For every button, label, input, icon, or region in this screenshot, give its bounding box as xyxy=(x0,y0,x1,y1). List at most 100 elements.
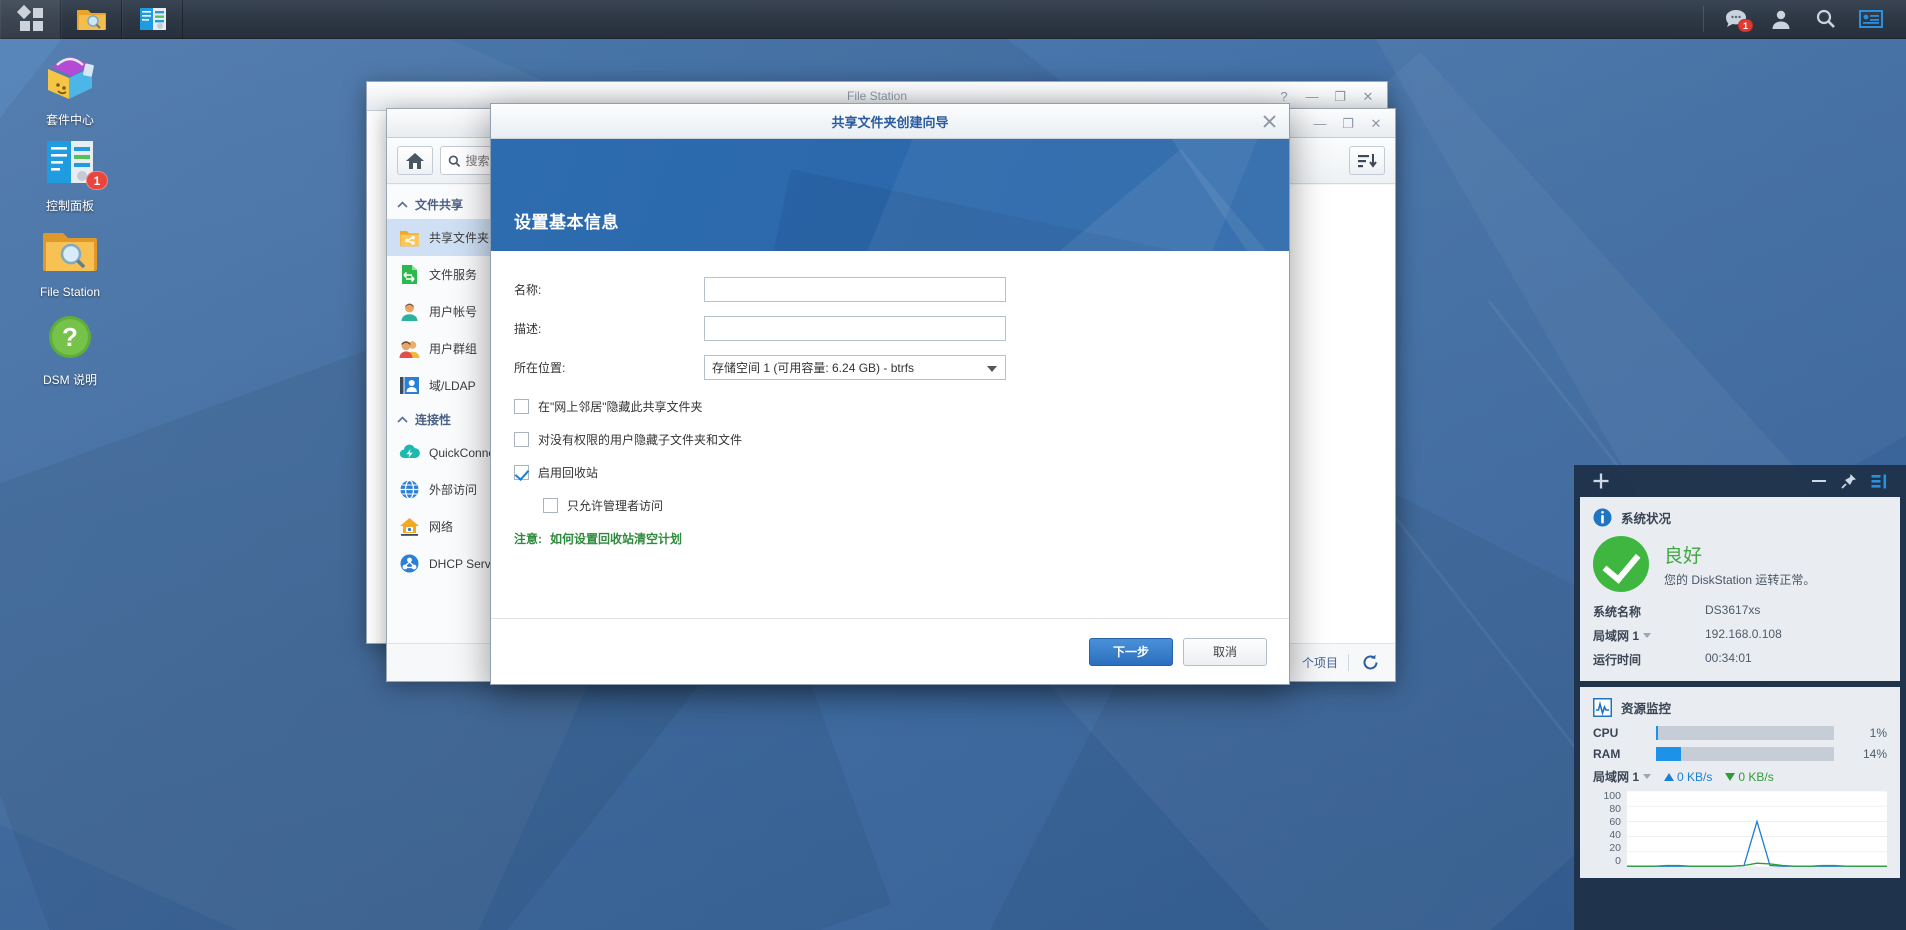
chart-tick: 60 xyxy=(1609,816,1621,829)
lan-key[interactable]: 局域网 1 xyxy=(1593,627,1705,644)
sidebar-item-external-access[interactable]: 外部访问 xyxy=(387,471,498,508)
taskbar: 1 xyxy=(0,0,1906,39)
user-menu-button[interactable] xyxy=(1760,0,1802,39)
sidebar-item-shared-folder[interactable]: 共享文件夹 xyxy=(387,219,498,256)
system-health-title: 系统状况 xyxy=(1621,512,1672,526)
widget-pin-button[interactable] xyxy=(1834,466,1864,496)
sidebar-item-quickconnect[interactable]: QuickConnect xyxy=(387,434,498,471)
recycle-bin-schedule-link[interactable]: 如何设置回收站清空计划 xyxy=(550,530,682,547)
sidebar-item-user-account[interactable]: 用户帐号 xyxy=(387,293,498,330)
admin-only-access-label[interactable]: 只允许管理者访问 xyxy=(567,497,663,514)
enable-recycle-bin-checkbox[interactable] xyxy=(514,465,529,480)
main-menu-button[interactable] xyxy=(0,0,61,39)
uptime-key: 运行时间 xyxy=(1593,653,1642,667)
checkbox-row-admin-only: 只允许管理者访问 xyxy=(491,497,1289,514)
refresh-button[interactable] xyxy=(1359,652,1381,674)
sidebar-item-label: 外部访问 xyxy=(429,483,478,497)
taskbar-app-control-panel[interactable] xyxy=(122,0,183,39)
health-message-text: 您的 DiskStation 运转正常。 xyxy=(1664,572,1816,587)
widget-minimize-button[interactable] xyxy=(1804,466,1834,496)
sidebar-item-user-group[interactable]: 用户群组 xyxy=(387,330,498,367)
minimize-button[interactable]: — xyxy=(1299,86,1325,108)
desktop-icon-package-center[interactable]: 套件中心 xyxy=(10,48,130,128)
chart-tick: 100 xyxy=(1603,790,1621,802)
desktop-icon-file-station[interactable]: File Station xyxy=(10,222,130,299)
folder-name-input[interactable] xyxy=(704,277,1006,302)
maximize-button[interactable]: ❐ xyxy=(1327,86,1353,108)
taskbar-tray: 1 xyxy=(1703,0,1906,39)
quickconnect-icon xyxy=(399,442,420,463)
maximize-button[interactable]: ❐ xyxy=(1335,113,1361,135)
item-count-text: 个项目 xyxy=(1301,656,1338,670)
sidebar-group-file-sharing[interactable]: 文件共享 xyxy=(387,189,498,219)
pin-icon xyxy=(1841,474,1856,489)
close-button[interactable]: ✕ xyxy=(1363,113,1389,135)
form-row-name: 名称: xyxy=(491,277,1289,302)
resource-monitor-title: 资源监控 xyxy=(1621,702,1672,716)
name-control xyxy=(704,277,1006,302)
control-panel-badge: 1 xyxy=(86,171,108,190)
system-health-status: 良好 您的 DiskStation 运转正常。 xyxy=(1593,536,1887,592)
grid-menu-icon xyxy=(16,4,44,32)
sidebar-item-dhcp-server[interactable]: DHCP Server xyxy=(387,545,498,582)
hide-in-network-neighborhood-label[interactable]: 在"网上邻居"隐藏此共享文件夹 xyxy=(538,398,703,415)
lan-row: 局域网 1 192.168.0.108 xyxy=(1593,627,1887,644)
location-label: 所在位置: xyxy=(514,361,566,375)
sidebar-item-domain-ldap[interactable]: 域/LDAP xyxy=(387,367,498,404)
wizard-footer: 下一步 取消 xyxy=(491,618,1289,684)
sidebar-item-file-service[interactable]: 文件服务 xyxy=(387,256,498,293)
cpu-label: CPU xyxy=(1593,726,1619,740)
chart-tick: 40 xyxy=(1609,829,1621,842)
ram-meter xyxy=(1656,747,1834,761)
control-panel-glyph: 1 xyxy=(10,134,130,192)
widget-dock-button[interactable] xyxy=(1864,466,1894,496)
resource-monitor-header: 资源监控 xyxy=(1593,698,1887,717)
cpu-meter xyxy=(1656,726,1834,740)
enable-recycle-bin-label[interactable]: 启用回收站 xyxy=(538,464,598,481)
cancel-button[interactable]: 取消 xyxy=(1183,637,1267,666)
network-interface-selector[interactable]: 局域网 1 xyxy=(1593,768,1652,785)
sidebar-group-connectivity[interactable]: 连接性 xyxy=(387,404,498,434)
uptime-value: 00:34:01 xyxy=(1705,651,1752,665)
taskbar-app-file-station[interactable] xyxy=(61,0,122,39)
search-button[interactable] xyxy=(1805,0,1847,39)
upload-rate-value: 0 KB/s xyxy=(1677,769,1713,784)
checkbox-row-recycle-bin: 启用回收站 xyxy=(491,464,1289,481)
hide-subfolders-checkbox[interactable] xyxy=(514,432,529,447)
chevron-down-icon xyxy=(987,365,997,372)
minimize-button[interactable]: — xyxy=(1307,113,1333,135)
folder-search-icon xyxy=(43,233,97,271)
widgets-button[interactable] xyxy=(1850,0,1892,39)
notifications-button[interactable]: 1 xyxy=(1715,0,1757,39)
close-button[interactable]: ✕ xyxy=(1355,86,1381,108)
network-throughput-row: 局域网 1 0 KB/s 0 KB/s xyxy=(1593,768,1887,785)
dsm-help-glyph: ? xyxy=(10,308,130,366)
admin-only-access-checkbox[interactable] xyxy=(543,498,558,513)
file-service-icon xyxy=(399,264,420,285)
health-text-block: 良好 您的 DiskStation 运转正常。 xyxy=(1664,541,1815,588)
note-label: 注意: xyxy=(514,532,542,546)
sidebar-item-network[interactable]: 网络 xyxy=(387,508,498,545)
control-panel-sort-button[interactable] xyxy=(1349,146,1385,175)
close-icon xyxy=(1262,114,1276,128)
location-select[interactable]: 存储空间 1 (可用容量: 6.24 GB) - btrfs xyxy=(704,355,1006,380)
desktop-icon-control-panel[interactable]: 1 控制面板 xyxy=(10,134,130,214)
control-panel-window-controls: — ❐ ✕ xyxy=(1307,109,1389,138)
description-control xyxy=(704,316,1006,341)
wizard-close-button[interactable] xyxy=(1257,110,1281,132)
uptime-row: 运行时间 00:34:01 xyxy=(1593,651,1887,668)
hide-in-network-neighborhood-checkbox[interactable] xyxy=(514,399,529,414)
control-panel-toolbar-right xyxy=(1349,146,1385,175)
next-button[interactable]: 下一步 xyxy=(1089,637,1173,666)
shared-folder-wizard-dialog[interactable]: 共享文件夹创建向导 设置基本信息 名称: 描述: 所在位置: 存储空间 1 (可… xyxy=(490,103,1290,685)
widget-add-button[interactable] xyxy=(1586,466,1616,496)
form-row-description: 描述: xyxy=(491,316,1289,341)
description-label: 描述: xyxy=(514,322,542,336)
hide-subfolders-label[interactable]: 对没有权限的用户隐藏子文件夹和文件 xyxy=(538,431,742,448)
control-panel-home-button[interactable] xyxy=(397,146,433,175)
sidebar-group-label: 连接性 xyxy=(415,413,452,427)
folder-description-input[interactable] xyxy=(704,316,1006,341)
chart-tick: 20 xyxy=(1609,842,1621,855)
desktop-icon-dsm-help[interactable]: ? DSM 说明 xyxy=(10,308,130,388)
widget-panel-icon xyxy=(1859,10,1883,28)
